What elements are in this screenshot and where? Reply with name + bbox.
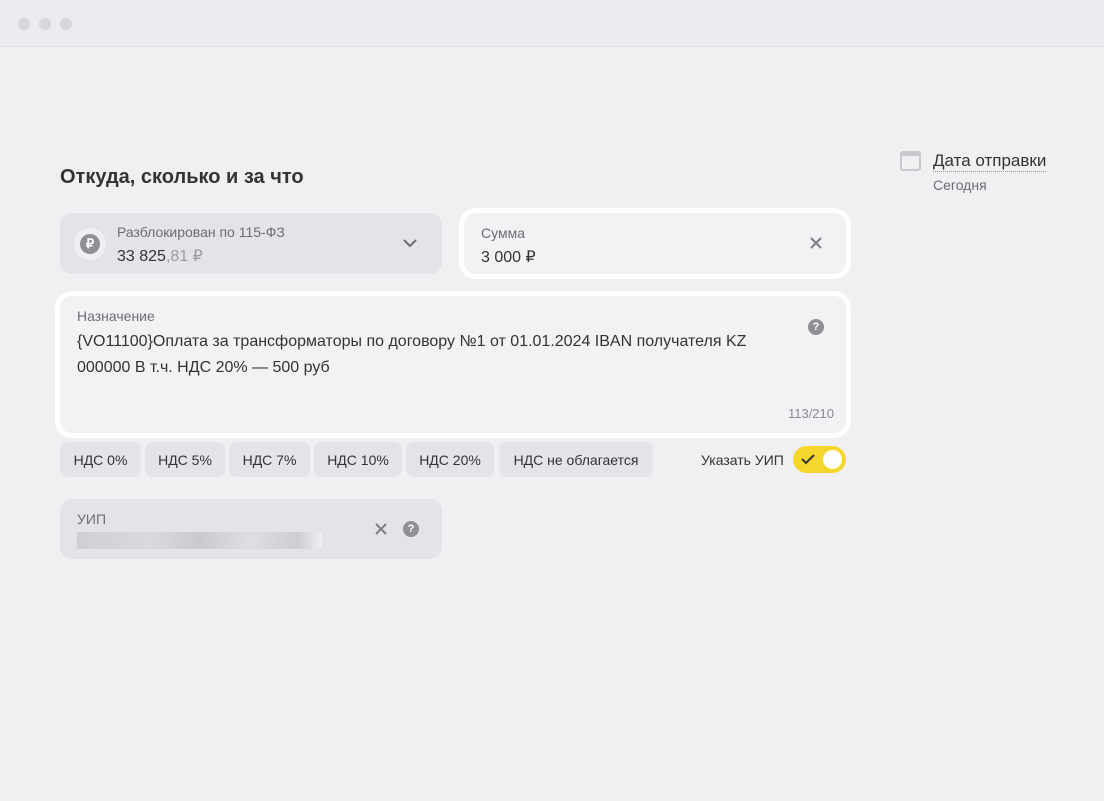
send-date-value: Сегодня bbox=[933, 177, 987, 193]
vat-chip-0[interactable]: НДС 0% bbox=[60, 442, 141, 477]
uip-field[interactable]: УИП ? bbox=[60, 499, 442, 559]
vat-chip-5[interactable]: НДС 5% bbox=[145, 442, 225, 477]
sum-label: Сумма bbox=[481, 225, 525, 241]
purpose-textarea[interactable]: {VO11100}Оплата за трансформаторы по дог… bbox=[77, 329, 777, 381]
ruble-icon: ₽ bbox=[74, 228, 106, 260]
uip-value-blurred[interactable] bbox=[77, 532, 322, 549]
uip-toggle[interactable] bbox=[793, 446, 846, 473]
window-minimize-dot[interactable] bbox=[39, 18, 51, 30]
purpose-label: Назначение bbox=[77, 308, 155, 324]
vat-chip-none[interactable]: НДС не облагается bbox=[499, 442, 653, 477]
account-amount: 33 825 bbox=[117, 248, 166, 265]
uip-toggle-label: Указать УИП bbox=[701, 452, 784, 468]
help-icon[interactable]: ? bbox=[808, 319, 824, 335]
purpose-field[interactable]: Назначение {VO11100}Оплата за трансформа… bbox=[60, 296, 846, 433]
window-zoom-dot[interactable] bbox=[60, 18, 72, 30]
send-date-link[interactable]: Дата отправки bbox=[933, 151, 1047, 172]
window-close-dot[interactable] bbox=[18, 18, 30, 30]
clear-icon[interactable] bbox=[375, 523, 387, 535]
vat-chip-10[interactable]: НДС 10% bbox=[314, 442, 402, 477]
purpose-counter: 113/210 bbox=[787, 406, 834, 421]
account-amount-fraction: ,81 ₽ bbox=[165, 248, 203, 265]
sum-field[interactable]: Сумма 3 000 ₽ bbox=[464, 213, 846, 274]
uip-label: УИП bbox=[77, 511, 107, 527]
clear-icon[interactable] bbox=[810, 237, 822, 249]
section-title: Откуда, сколько и за что bbox=[60, 166, 304, 188]
vat-chip-7[interactable]: НДС 7% bbox=[229, 442, 310, 477]
window-titlebar bbox=[0, 0, 1104, 47]
toggle-knob bbox=[823, 450, 842, 469]
calendar-icon bbox=[900, 151, 921, 171]
chevron-down-icon bbox=[403, 239, 417, 248]
vat-chip-20[interactable]: НДС 20% bbox=[406, 442, 494, 477]
account-label: Разблокирован по 115-ФЗ bbox=[117, 224, 285, 240]
check-icon bbox=[801, 454, 815, 465]
help-icon[interactable]: ? bbox=[403, 521, 419, 537]
sum-input[interactable]: 3 000 ₽ bbox=[481, 247, 536, 267]
account-select[interactable]: ₽ Разблокирован по 115-ФЗ 33 825,81 ₽ bbox=[60, 213, 442, 274]
